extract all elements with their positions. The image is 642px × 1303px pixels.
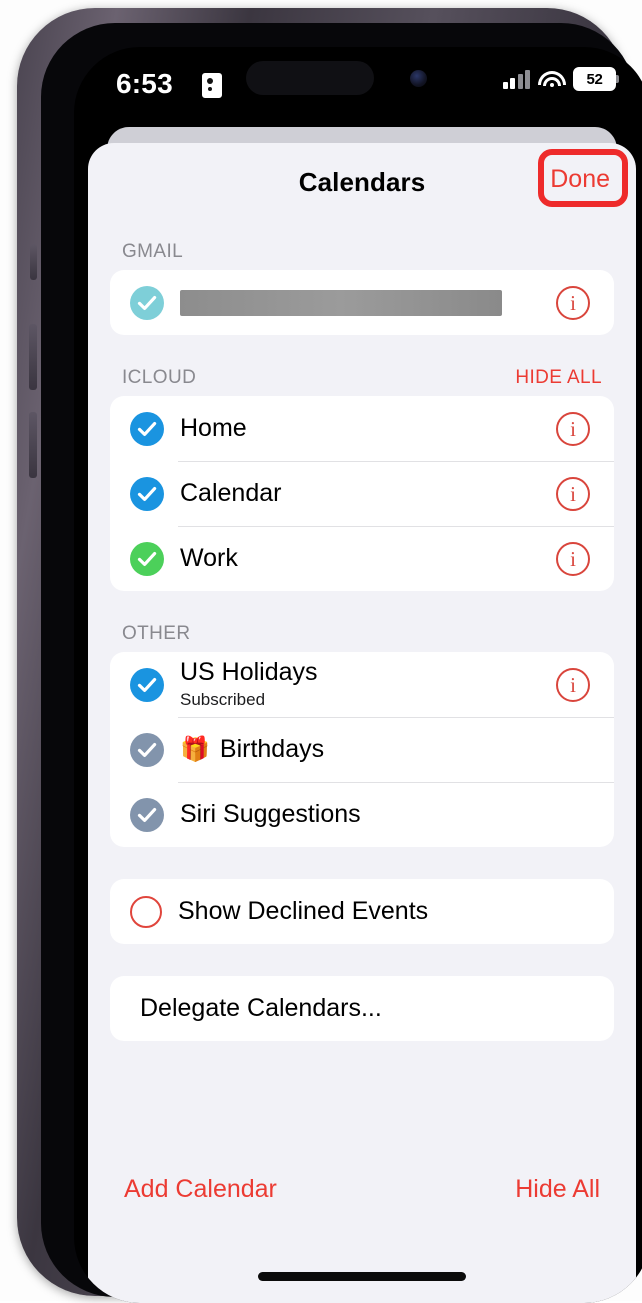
section-hide-all-button[interactable]: HIDE ALL [515,367,602,389]
volume-down-button[interactable] [29,412,37,478]
home-indicator[interactable] [258,1272,466,1281]
calendar-row[interactable]: US Holidays Subscribed i [110,652,614,717]
row-title: Show Declined Events [178,897,429,926]
calendar-row[interactable]: i [110,270,614,335]
checkbox-checked-icon[interactable] [130,732,164,767]
status-right-cluster: 52 [502,67,619,91]
status-time: 6:53 [116,68,173,99]
navigation-bar: Calendars Done [88,143,636,215]
row-title: US Holidays [180,657,318,686]
row-title: Delegate Calendars... [140,994,382,1023]
calendar-row[interactable]: Work i [110,526,614,591]
front-camera-icon [410,70,427,87]
checkbox-checked-icon[interactable] [130,285,164,320]
calendar-sections: GMAIL i ICLOUD HIDE ALL Home i Calendar i Work i O… [88,215,636,847]
info-icon[interactable]: i [556,476,590,511]
bottom-toolbar: Add Calendar Hide All [88,1159,636,1219]
section-header-label: ICLOUD [122,367,197,388]
info-icon[interactable]: i [556,285,590,320]
calendars-sheet: Calendars Done GMAIL i ICLOUD HIDE ALL Home i… [88,143,636,1303]
mute-switch[interactable] [30,244,37,280]
redacted-calendar-name [180,289,502,316]
section-header-label: GMAIL [122,241,184,262]
gift-icon: 🎁 [180,735,210,763]
checkbox-checked-icon[interactable] [130,797,164,832]
row-subtitle: Subscribed [180,690,266,710]
row-title: Siri Suggestions [180,800,361,829]
calendar-row[interactable]: Calendar i [110,461,614,526]
calendar-row[interactable]: Home i [110,396,614,461]
delegate-card: Delegate Calendars... [110,976,614,1041]
info-icon[interactable]: i [556,541,590,576]
volume-up-button[interactable] [29,324,37,390]
declined-card: Show Declined Events [110,879,614,944]
section-header: ICLOUD HIDE ALL [88,367,636,396]
screenshot-root: 6:53 52 Calendars Done GMAIL i ICLOUD HI… [0,0,642,1303]
row-title: Work [180,544,238,573]
checkbox-checked-icon[interactable] [130,667,164,702]
section-card: i [110,270,614,335]
info-icon[interactable]: i [556,411,590,446]
battery-level-label: 52 [586,70,603,88]
section-header-label: OTHER [122,623,191,644]
row-delegate-calendars[interactable]: Delegate Calendars... [110,976,614,1041]
row-title: Home [180,414,247,443]
checkbox-checked-icon[interactable] [130,476,164,511]
done-button-highlight [538,149,628,207]
row-title: Birthdays [219,735,325,764]
wifi-icon [537,70,566,89]
phone-frame: 6:53 52 Calendars Done GMAIL i ICLOUD HI… [17,8,642,1303]
checkbox-checked-icon[interactable] [130,411,164,446]
calendar-row[interactable]: 🎁 Birthdays [110,717,614,782]
battery-icon: 52 [573,67,619,91]
cellular-bars-icon [502,69,530,89]
section-card: US Holidays Subscribed i 🎁 Birthdays Siri Sug… [110,652,614,847]
phone-bezel: 6:53 52 Calendars Done GMAIL i ICLOUD HI… [41,23,642,1303]
info-icon[interactable]: i [556,667,590,702]
checkbox-checked-icon[interactable] [130,541,164,576]
row-title: Calendar [180,479,282,508]
id-card-icon [202,73,222,98]
checkbox-unchecked-icon[interactable] [130,895,162,928]
calendar-row[interactable]: Siri Suggestions [110,782,614,847]
section-header: OTHER [88,623,636,652]
hide-all-button[interactable]: Hide All [515,1175,600,1204]
dynamic-island [246,61,374,95]
section-card: Home i Calendar i Work i [110,396,614,591]
row-show-declined-events[interactable]: Show Declined Events [110,879,614,944]
status-bar: 6:53 52 [74,47,642,121]
add-calendar-button[interactable]: Add Calendar [124,1175,277,1204]
phone-screen: 6:53 52 Calendars Done GMAIL i ICLOUD HI… [74,47,642,1303]
section-header: GMAIL [88,241,636,270]
